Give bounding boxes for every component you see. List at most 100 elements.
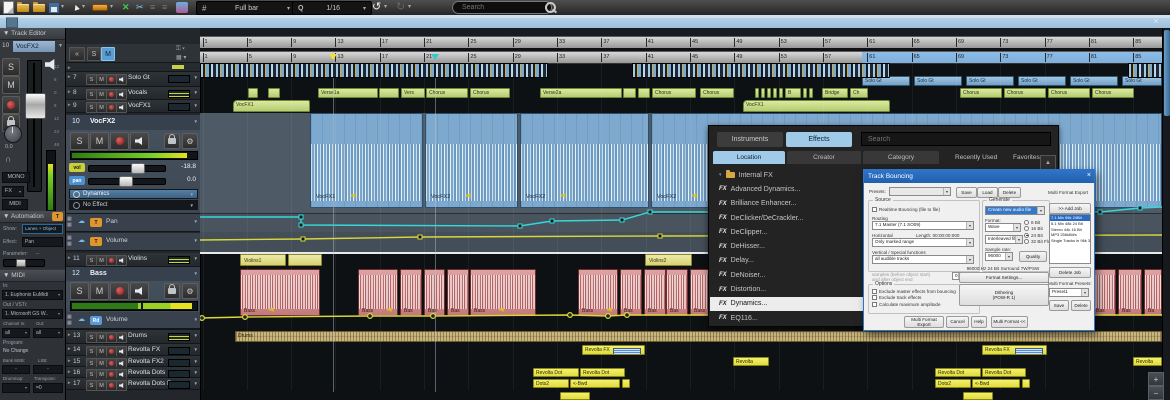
add-job-button[interactable]: >> Add Job — [1049, 203, 1091, 214]
clip[interactable]: <-Bwd — [972, 379, 1020, 388]
interleaved-combo[interactable]: Interleaved file (RIFF) — [985, 235, 1023, 244]
clip[interactable]: Violins2 — [645, 254, 692, 266]
clip-mute-icon[interactable] — [351, 193, 357, 200]
clip[interactable]: Ba — [1144, 269, 1162, 316]
clip-mute-icon[interactable] — [499, 307, 505, 314]
track12-dropdown-icon[interactable]: ▼ — [194, 271, 198, 276]
clip[interactable]: Dots2 — [935, 379, 971, 388]
expand-arrow-icon[interactable]: ► — [67, 65, 71, 70]
expand-arrow-icon[interactable]: ► — [67, 358, 71, 363]
clip[interactable]: Revolta FX — [582, 345, 645, 355]
clip[interactable]: Bass — [578, 269, 618, 316]
clip[interactable] — [288, 254, 322, 266]
subtab-category[interactable]: Category — [863, 151, 939, 164]
undo-dropdown-icon[interactable]: ▾ — [384, 2, 387, 13]
channel-in-select[interactable]: all▾ — [2, 328, 30, 338]
clip[interactable] — [560, 392, 590, 400]
clip-mute-icon[interactable] — [692, 193, 698, 200]
track-dropdown-icon[interactable]: ▼ — [194, 333, 198, 338]
clip[interactable]: Bass — [240, 269, 320, 316]
clip[interactable] — [761, 88, 765, 98]
effect-value[interactable]: Pan — [22, 237, 63, 247]
multi-preset-combo[interactable]: Preset1 — [1049, 288, 1089, 297]
clip[interactable] — [1022, 379, 1030, 388]
overview-track-clips[interactable] — [632, 63, 890, 78]
automation-touch-badge[interactable]: T — [52, 212, 63, 221]
range-combo[interactable]: Only marked range — [872, 238, 974, 247]
track-row[interactable]: ►17SMRevolta Dots R▼ — [66, 378, 200, 390]
clip[interactable]: Revolta Dot — [982, 368, 1026, 377]
lane-stack-icon[interactable]: ▦▦ — [67, 216, 72, 228]
track10-name[interactable]: VocFX2 — [90, 118, 115, 125]
track-dropdown-icon[interactable]: ▼ — [194, 370, 198, 375]
generate-mode-combo[interactable]: Create new audio file — [985, 206, 1045, 215]
quantize-value[interactable]: 1/16 — [307, 5, 359, 12]
multi-save-button[interactable]: Save — [1049, 300, 1069, 311]
lane-mode-badge[interactable]: T — [90, 218, 102, 227]
track-dropdown-icon[interactable]: ▼ — [194, 381, 198, 386]
track12-record-button[interactable] — [110, 282, 129, 300]
track12-settings-gear-icon[interactable]: ⚙ — [182, 283, 198, 299]
clip[interactable]: B — [785, 88, 801, 98]
footer-button[interactable]: Multi Format << — [991, 316, 1028, 328]
expand-arrow-icon[interactable]: ► — [67, 102, 71, 107]
solo-button[interactable]: S — [2, 58, 20, 76]
clip[interactable]: Revolta Dot — [580, 368, 625, 377]
effects-search-input[interactable] — [866, 135, 1046, 144]
lane-dropdown-icon[interactable]: ▼ — [194, 238, 198, 243]
effects-search-box[interactable] — [861, 132, 1051, 146]
clip[interactable] — [248, 88, 258, 98]
link-favorites[interactable]: Favorites — [1013, 154, 1040, 161]
multi-delete-button[interactable]: Delete — [1071, 300, 1091, 311]
footer-button[interactable]: Cancel — [946, 316, 969, 328]
select-tool-dropdown-icon[interactable]: ▾ — [82, 2, 85, 13]
clip[interactable] — [803, 88, 807, 98]
tab-instruments[interactable]: Instruments — [717, 132, 783, 147]
track10-pan-slider[interactable] — [88, 178, 166, 185]
parameter-slider[interactable] — [3, 259, 45, 267]
program-value[interactable]: No Change — [3, 349, 28, 354]
track10-fx-slot-1[interactable]: Dynamics▼ — [69, 189, 198, 199]
monitor-button[interactable] — [116, 89, 127, 100]
track-editor-header[interactable]: ▼ Track Editor — [0, 28, 65, 40]
draw-tool-icon[interactable] — [92, 2, 108, 13]
split-tool-icon[interactable]: ✂ — [136, 2, 144, 13]
preset-save-button[interactable]: Save — [956, 187, 977, 198]
clip[interactable] — [638, 88, 650, 98]
zoom-in-button[interactable]: + — [1148, 372, 1164, 386]
track-row[interactable]: ►9SMVocFX1▼ — [66, 100, 200, 113]
track-dropdown-icon[interactable]: ▼ — [194, 347, 198, 352]
clip[interactable]: VocFX2 — [425, 113, 518, 208]
phones-icon[interactable]: ∩ — [5, 154, 12, 164]
midi-in-select[interactable]: 1. Euphonix EuMidi▾ — [2, 290, 63, 300]
midi-out-select[interactable]: 1. Microsoft GS W..▾ — [2, 309, 63, 319]
track12-monitor-button[interactable] — [130, 282, 149, 300]
dithering-button[interactable]: Dithering (POW-R 1) — [959, 284, 1049, 306]
clip[interactable]: VocFX1 — [310, 113, 423, 208]
track12-mute-button[interactable]: M — [90, 282, 109, 300]
bit-depth-radio[interactable] — [1024, 233, 1029, 238]
redo-dropdown-icon[interactable]: ▾ — [408, 2, 411, 13]
clip[interactable] — [622, 379, 630, 388]
midi-header[interactable]: ▼ MIDI — [0, 270, 65, 282]
clip[interactable]: Solo Gt — [1018, 76, 1066, 86]
track-row[interactable]: ►16SMRevolta Dots▼ — [66, 367, 200, 378]
clip[interactable]: Revolta Dot — [533, 368, 579, 377]
track-dropdown-icon[interactable]: ▼ — [194, 256, 198, 261]
lane-row-pan[interactable]: ▦▦ ☁ T Pan ▼ — [66, 214, 200, 232]
record-arm-button[interactable] — [2, 96, 20, 114]
clip[interactable]: Drums — [235, 331, 1162, 342]
clip[interactable]: Bridge — [822, 88, 848, 98]
snap-value[interactable]: Full bar — [210, 5, 283, 12]
monitor-button[interactable] — [116, 102, 127, 113]
track-row[interactable]: ►8SMVocals▼ — [66, 87, 200, 100]
subtab-creator[interactable]: Creator — [787, 151, 861, 164]
routing-combo[interactable]: 7.1 Master (7.1 SO09) — [872, 221, 974, 230]
zoom-out-button[interactable]: − — [1148, 386, 1164, 400]
clip[interactable] — [379, 88, 399, 98]
track-row[interactable]: ►13SMDrums▼ — [66, 330, 200, 344]
mono-button[interactable]: MONO — [2, 172, 30, 183]
collapse-all-button[interactable]: « — [69, 47, 85, 61]
delete-job-button[interactable]: Delete Job — [1049, 267, 1091, 278]
clip[interactable]: Ch — [850, 88, 868, 98]
